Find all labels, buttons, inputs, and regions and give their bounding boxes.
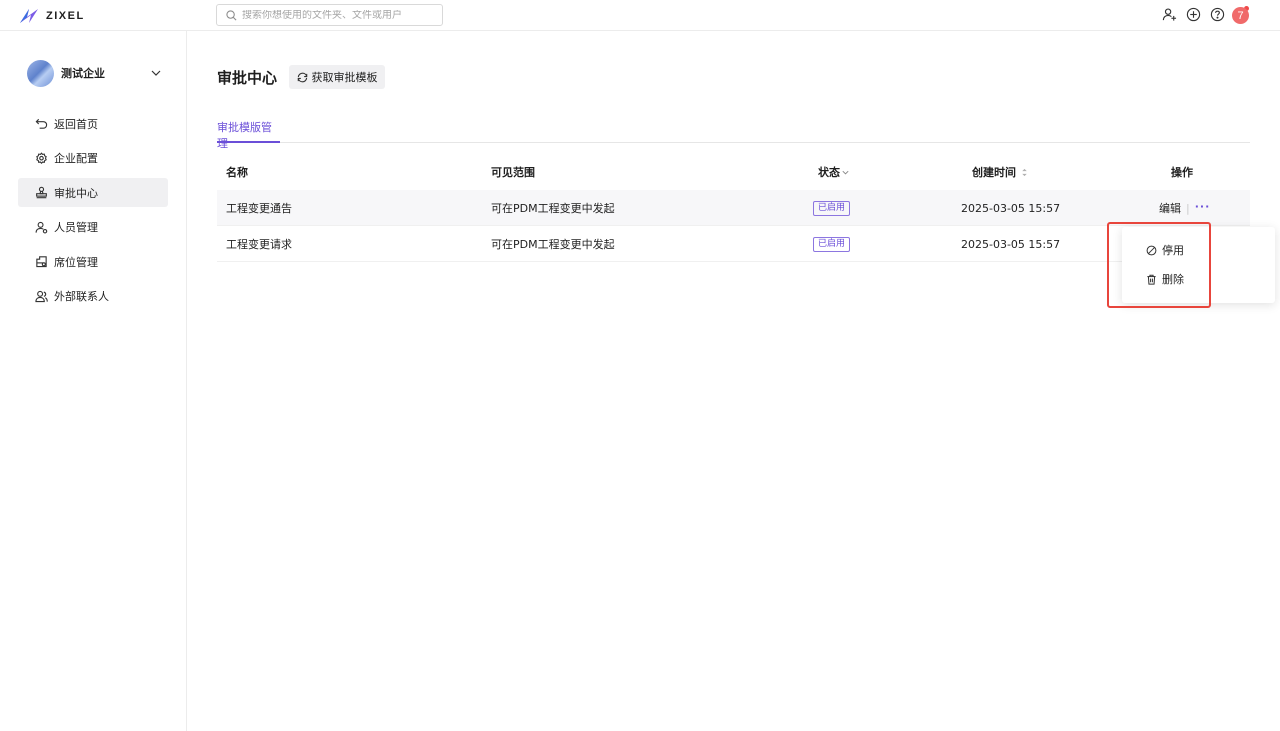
sidebar-nav: 返回首页 企业配置 审批中心 人员管理 席位管理 外部联系人: [18, 109, 168, 317]
more-actions-button[interactable]: ···: [1195, 200, 1211, 213]
sidebar-item-label: 人员管理: [54, 221, 98, 235]
row-name: 工程变更请求: [226, 238, 292, 251]
menu-item-delete[interactable]: 删除: [1146, 270, 1184, 288]
header-name: 名称: [226, 166, 248, 179]
trash-icon: [1147, 274, 1156, 285]
user-avatar[interactable]: 7: [1232, 7, 1249, 24]
sidebar-item-label: 审批中心: [54, 186, 98, 200]
search-input[interactable]: [242, 9, 432, 21]
ops-divider: |: [1186, 201, 1190, 215]
table-header: 名称 可见范围 状态 创建时间 操作: [217, 154, 1250, 190]
sidebar: 测试企业 返回首页 企业配置 审批中心 人员管理 席位管理 外部联系人: [0, 31, 187, 731]
org-switcher[interactable]: 测试企业: [27, 59, 162, 87]
header-status[interactable]: 状态: [818, 154, 850, 190]
header-scope: 可见范围: [491, 166, 535, 179]
refresh-icon: [297, 72, 307, 82]
table-row[interactable]: 工程变更请求 可在PDM工程变更中发起 已启用 2025-03-05 15:57: [217, 226, 1250, 262]
sidebar-item-label: 席位管理: [54, 255, 98, 269]
menu-item-label: 删除: [1162, 273, 1184, 286]
sidebar-item-approval-center[interactable]: 审批中心: [18, 178, 168, 208]
stamp-icon: [36, 186, 47, 199]
sidebar-item-label: 外部联系人: [54, 290, 109, 304]
header-ops: 操作: [1171, 166, 1193, 179]
sidebar-item-label: 返回首页: [54, 117, 98, 131]
row-created: 2025-03-05 15:57: [961, 201, 1061, 215]
plus-circle-icon[interactable]: [1185, 6, 1202, 23]
row-status: 已启用: [813, 190, 851, 226]
row-ops: 编辑 | ···: [1159, 190, 1210, 226]
back-icon: [35, 118, 48, 129]
logo-text: ZIXEL: [46, 10, 85, 22]
users-icon: [35, 221, 48, 234]
row-created: 2025-03-05 15:57: [961, 237, 1061, 251]
row-scope: 可在PDM工程变更中发起: [491, 202, 615, 215]
row-status: 已启用: [813, 226, 851, 262]
disable-icon: [1146, 245, 1157, 255]
sidebar-item-label: 企业配置: [54, 152, 98, 166]
filter-chevron-icon[interactable]: [841, 168, 850, 177]
add-user-icon[interactable]: [1161, 6, 1178, 23]
sidebar-item-home[interactable]: 返回首页: [18, 109, 168, 138]
org-avatar: [27, 59, 54, 87]
sidebar-item-staff[interactable]: 人员管理: [18, 213, 168, 242]
logo[interactable]: ZIXEL: [18, 5, 85, 27]
page-title: 审批中心: [217, 69, 278, 87]
status-badge: 已启用: [813, 200, 851, 216]
row-scope: 可在PDM工程变更中发起: [491, 238, 615, 251]
status-badge: 已启用: [813, 236, 851, 252]
gear-icon: [36, 151, 47, 164]
header-created[interactable]: 创建时间: [972, 154, 1029, 190]
header-status-label: 状态: [818, 166, 840, 179]
sort-icon[interactable]: [1020, 167, 1029, 178]
zixel-logo-icon: [20, 9, 38, 23]
sidebar-item-external-contacts[interactable]: 外部联系人: [18, 282, 168, 311]
row-name: 工程变更通告: [226, 202, 292, 215]
search-box[interactable]: [216, 4, 443, 26]
edit-link[interactable]: 编辑: [1159, 200, 1181, 216]
search-icon: [226, 9, 237, 20]
top-bar: ZIXEL 搜索你想使用的文件夹、文件或用户 7: [0, 0, 1280, 31]
header-created-label: 创建时间: [972, 166, 1016, 179]
help-icon[interactable]: [1209, 6, 1226, 23]
menu-item-label: 停用: [1162, 244, 1184, 257]
sidebar-item-seats[interactable]: 席位管理: [18, 247, 168, 276]
more-actions-menu: 停用 删除: [1122, 227, 1275, 303]
tab-bar: 审批模版管理: [217, 119, 1250, 150]
sidebar-item-enterprise-config[interactable]: 企业配置: [18, 144, 168, 173]
tab-template-management[interactable]: 审批模版管理: [217, 119, 280, 150]
chevron-down-icon: [151, 70, 161, 76]
table-row[interactable]: 工程变更通告 可在PDM工程变更中发起 已启用 2025-03-05 15:57…: [217, 190, 1250, 226]
org-name: 测试企业: [61, 67, 105, 80]
seat-icon: [36, 256, 47, 268]
menu-item-disable[interactable]: 停用: [1146, 241, 1184, 259]
fetch-template-button[interactable]: 获取审批模板: [289, 65, 385, 89]
fetch-template-label: 获取审批模板: [311, 71, 378, 84]
template-table: 名称 可见范围 状态 创建时间 操作 工程变更通告 可在PDM工程变更中发起 已…: [217, 154, 1250, 262]
contacts-icon: [35, 290, 48, 303]
